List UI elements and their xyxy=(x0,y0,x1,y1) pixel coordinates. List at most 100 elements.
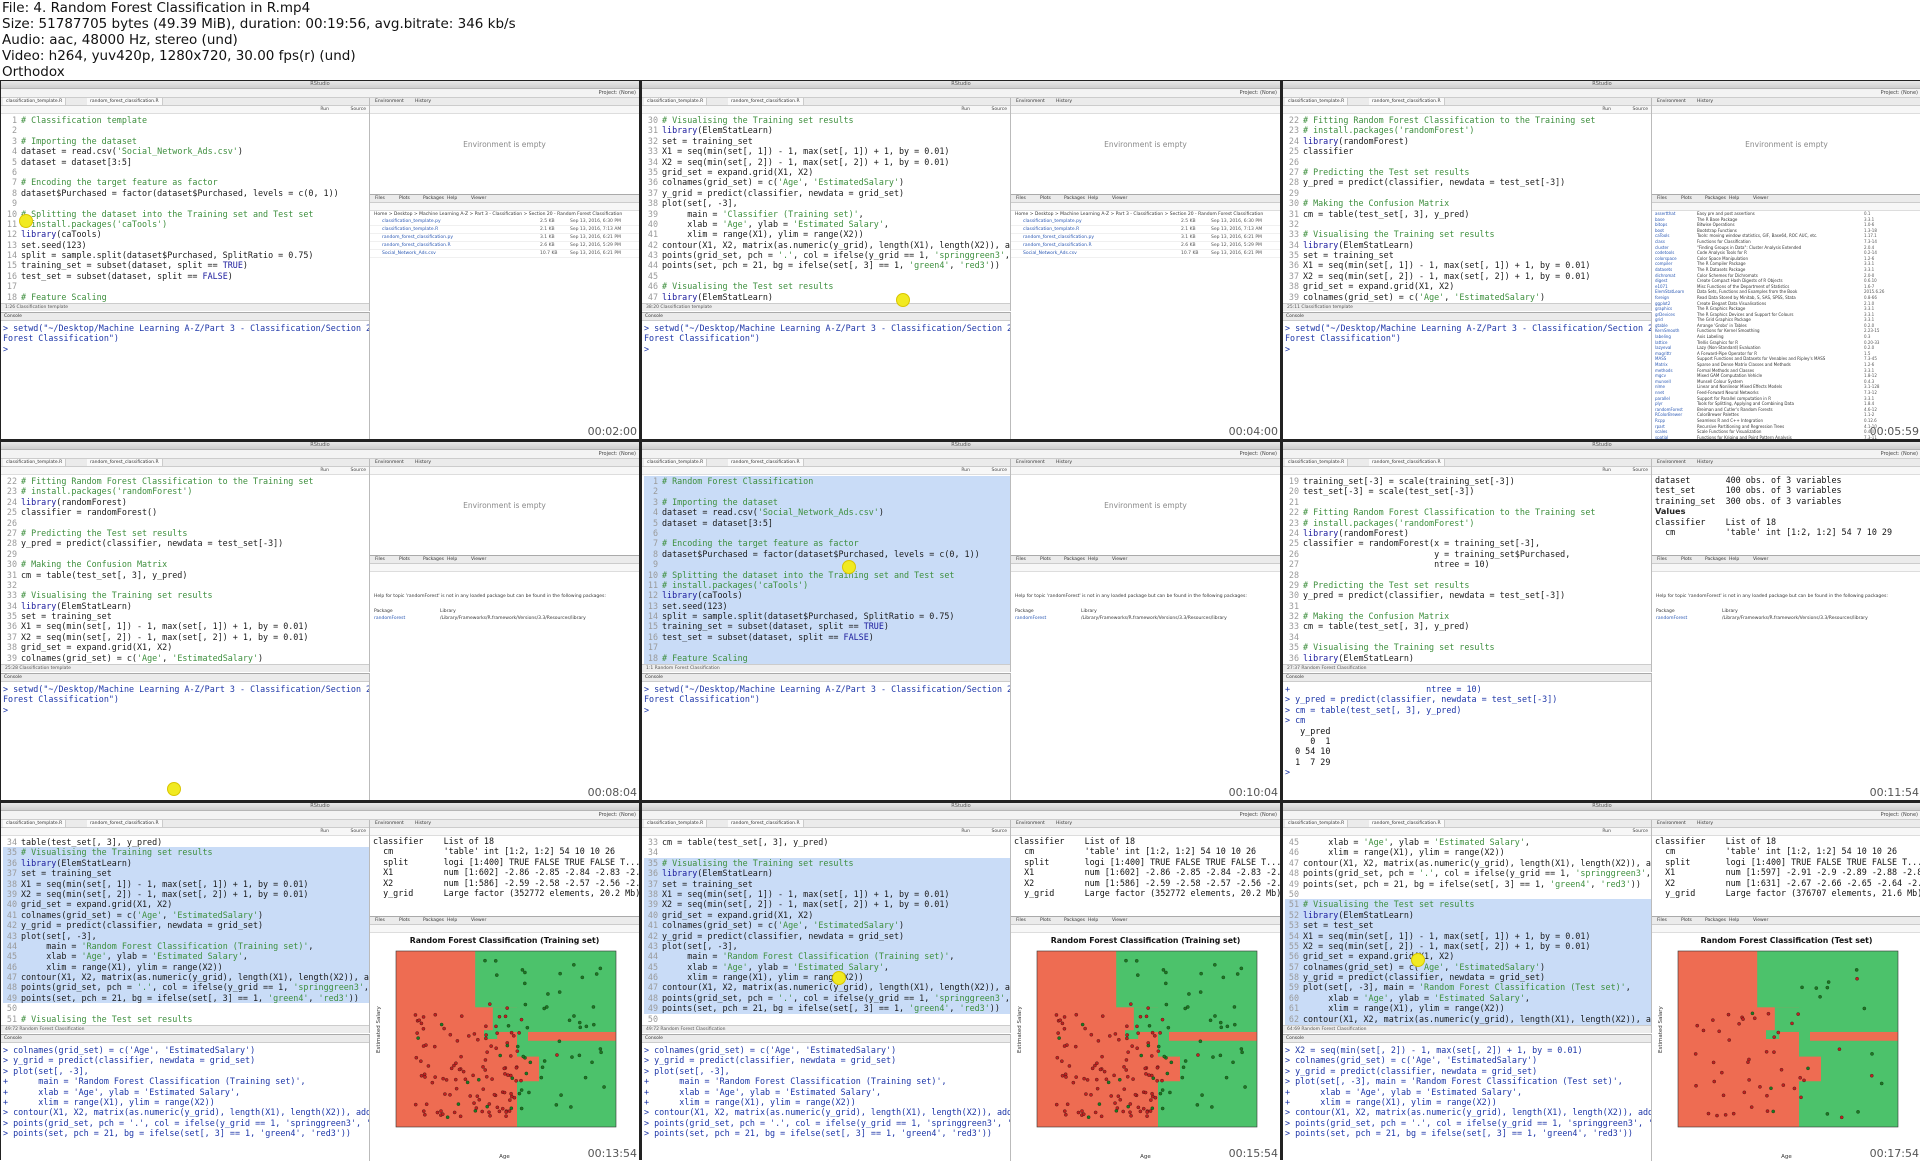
console-pane[interactable]: Console > setwd("~/Desktop/Machine Learni… xyxy=(642,673,1011,800)
file-row[interactable]: classification_template.py 2.5 KB Sep 13, … xyxy=(370,218,639,226)
tab-files[interactable]: Files xyxy=(1654,917,1670,924)
tab-viewer[interactable]: Viewer xyxy=(1109,917,1130,924)
file-name[interactable]: classification_template.R xyxy=(1023,227,1079,232)
editor-tab[interactable]: random_forest_classification.R xyxy=(87,98,163,105)
tab-environment[interactable]: Environment xyxy=(1654,98,1689,105)
file-name[interactable]: random_forest_classification.py xyxy=(1023,235,1094,240)
tab-files[interactable]: Files xyxy=(1654,195,1670,202)
tab-history[interactable]: History xyxy=(1694,459,1716,466)
tab-history[interactable]: History xyxy=(412,459,434,466)
editor-tab[interactable]: classification_template.R xyxy=(1285,820,1349,827)
tab-viewer[interactable]: Viewer xyxy=(1109,556,1130,563)
tab-help[interactable]: Help xyxy=(1726,556,1742,563)
source-button[interactable]: Source xyxy=(351,106,366,113)
tab-environment[interactable]: Environment xyxy=(1013,98,1048,105)
editor-tab[interactable]: random_forest_classification.R xyxy=(87,820,163,827)
tab-packages[interactable]: Packages xyxy=(420,556,447,563)
files-breadcrumb[interactable]: Home > Desktop > Machine Learning A-Z > … xyxy=(370,211,639,218)
editor-tab[interactable]: random_forest_classification.R xyxy=(1369,820,1445,827)
help-package-link[interactable]: randomForest xyxy=(1656,616,1687,621)
tab-help[interactable]: Help xyxy=(444,195,460,202)
source-button[interactable]: Source xyxy=(1633,828,1648,835)
environment-row[interactable]: X2 num [1:586] -2.59 -2.58 -2.57 -2.56 -… xyxy=(1011,878,1280,888)
project-menu[interactable]: Project: (None) xyxy=(1240,89,1277,97)
console-pane[interactable]: Console > setwd("~/Desktop/Machine Learni… xyxy=(642,312,1011,439)
editor-tab[interactable]: random_forest_classification.R xyxy=(728,820,804,827)
code-area[interactable]: 34 table(test_set[, 3], y_pred) 35 # Visual… xyxy=(1,836,369,1033)
file-row[interactable]: classification_template.R 2.1 KB Sep 13, 2… xyxy=(370,226,639,234)
editor-tab[interactable]: classification_template.R xyxy=(3,98,67,105)
environment-row[interactable]: split logi [1:400] TRUE FALSE TRUE FALSE… xyxy=(1652,857,1920,867)
tab-history[interactable]: History xyxy=(1694,820,1716,827)
console-pane[interactable]: Console > setwd("~/Desktop/Machine Learni… xyxy=(1283,312,1652,439)
tab-environment[interactable]: Environment xyxy=(372,820,407,827)
tab-help[interactable]: Help xyxy=(444,556,460,563)
tab-packages[interactable]: Packages xyxy=(1702,195,1729,202)
project-menu[interactable]: Project: (None) xyxy=(1881,450,1918,458)
tab-history[interactable]: History xyxy=(412,98,434,105)
code-area[interactable]: 30 # Visualising the Training set results… xyxy=(642,114,1010,311)
tab-packages[interactable]: Packages xyxy=(420,195,447,202)
tab-packages[interactable]: Packages xyxy=(420,917,447,924)
file-name[interactable]: Social_Network_Ads.csv xyxy=(1023,251,1077,256)
tab-files[interactable]: Files xyxy=(1654,556,1670,563)
code-area[interactable]: 22 # Fitting Random Forest Classification… xyxy=(1,475,369,672)
file-name[interactable]: random_forest_classification.py xyxy=(382,235,453,240)
console-pane[interactable]: Console > X2 = seq(min(set[, 2]) - 1, max… xyxy=(1283,1034,1652,1161)
editor-tab[interactable]: random_forest_classification.R xyxy=(728,459,804,466)
tab-history[interactable]: History xyxy=(1694,98,1716,105)
tab-viewer[interactable]: Viewer xyxy=(1750,917,1771,924)
project-menu[interactable]: Project: (None) xyxy=(599,811,636,819)
tab-viewer[interactable]: Viewer xyxy=(1109,195,1130,202)
help-package-link[interactable]: randomForest xyxy=(1015,616,1046,621)
tab-history[interactable]: History xyxy=(1053,459,1075,466)
file-row[interactable]: Social_Network_Ads.csv 10.7 KB Sep 13, 201… xyxy=(370,250,639,258)
file-row[interactable]: random_forest_classification.R 2.6 KB Sep … xyxy=(1011,242,1280,250)
code-area[interactable]: 22 # Fitting Random Forest Classification… xyxy=(1283,114,1651,311)
tab-packages[interactable]: Packages xyxy=(1702,917,1729,924)
tab-files[interactable]: Files xyxy=(372,195,388,202)
file-row[interactable]: classification_template.py 2.5 KB Sep 13, … xyxy=(1011,218,1280,226)
tab-packages[interactable]: Packages xyxy=(1061,917,1088,924)
tab-viewer[interactable]: Viewer xyxy=(468,917,489,924)
environment-row[interactable]: X1 num [1:602] -2.86 -2.85 -2.84 -2.83 -… xyxy=(1011,867,1280,877)
console-pane[interactable]: Console > setwd("~/Desktop/Machine Learni… xyxy=(1,673,370,800)
source-button[interactable]: Source xyxy=(992,467,1007,474)
tab-environment[interactable]: Environment xyxy=(1654,820,1689,827)
project-menu[interactable]: Project: (None) xyxy=(1240,450,1277,458)
run-button[interactable]: Run xyxy=(961,828,970,835)
tab-environment[interactable]: Environment xyxy=(1013,459,1048,466)
code-area[interactable]: 33 cm = table(test_set[, 3], y_pred) 34 35 #… xyxy=(642,836,1010,1033)
editor-tab[interactable]: classification_template.R xyxy=(1285,459,1349,466)
tab-files[interactable]: Files xyxy=(1013,195,1029,202)
file-row[interactable]: random_forest_classification.py 3.1 KB Sep… xyxy=(1011,234,1280,242)
project-menu[interactable]: Project: (None) xyxy=(1240,811,1277,819)
file-name[interactable]: random_forest_classification.R xyxy=(1023,243,1092,248)
console-pane[interactable]: Console > setwd("~/Desktop/Machine Learni… xyxy=(1,312,370,439)
environment-row[interactable]: X1 num [1:602] -2.86 -2.85 -2.84 -2.83 -… xyxy=(370,867,639,877)
environment-row[interactable]: X2 num [1:631] -2.67 -2.66 -2.65 -2.64 -… xyxy=(1652,878,1920,888)
environment-row[interactable]: y_grid Large factor (352772 elements, 20… xyxy=(1011,888,1280,898)
tab-help[interactable]: Help xyxy=(444,917,460,924)
tab-plots[interactable]: Plots xyxy=(1037,917,1054,924)
tab-help[interactable]: Help xyxy=(1726,195,1742,202)
file-name[interactable]: Social_Network_Ads.csv xyxy=(382,251,436,256)
file-row[interactable]: random_forest_classification.R 2.6 KB Sep … xyxy=(370,242,639,250)
tab-viewer[interactable]: Viewer xyxy=(468,195,489,202)
environment-row[interactable]: classifier List of 18 xyxy=(1652,836,1920,846)
run-button[interactable]: Run xyxy=(320,828,329,835)
environment-row[interactable]: cm 'table' int [1:2, 1:2] 54 10 10 26 xyxy=(370,846,639,856)
environment-row[interactable]: cm 'table' int [1:2, 1:2] 54 10 10 26 xyxy=(1011,846,1280,856)
environment-row[interactable]: X1 num [1:597] -2.91 -2.9 -2.89 -2.88 -2… xyxy=(1652,867,1920,877)
tab-help[interactable]: Help xyxy=(1726,917,1742,924)
tab-viewer[interactable]: Viewer xyxy=(468,556,489,563)
run-button[interactable]: Run xyxy=(1602,467,1611,474)
tab-viewer[interactable]: Viewer xyxy=(1750,556,1771,563)
console-pane[interactable]: Console > colnames(grid_set) = c('Age', '… xyxy=(642,1034,1011,1161)
environment-row[interactable]: training_set 300 obs. of 3 variables xyxy=(1652,496,1920,506)
editor-tab[interactable]: random_forest_classification.R xyxy=(728,98,804,105)
run-button[interactable]: Run xyxy=(320,106,329,113)
tab-packages[interactable]: Packages xyxy=(1702,556,1729,563)
tab-history[interactable]: History xyxy=(412,820,434,827)
file-row[interactable]: classification_template.R 2.1 KB Sep 13, 2… xyxy=(1011,226,1280,234)
